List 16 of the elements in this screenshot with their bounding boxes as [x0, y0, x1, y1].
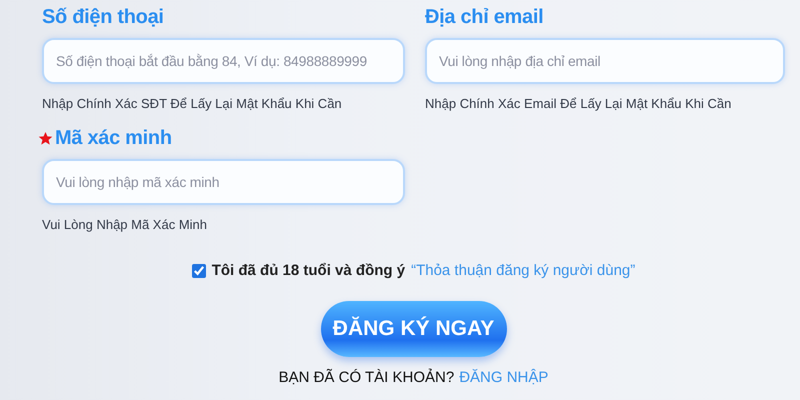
- login-link[interactable]: ĐĂNG NHẬP: [459, 369, 548, 386]
- register-button[interactable]: ĐĂNG KÝ NGAY: [320, 301, 506, 357]
- field-label: Số điện thoại: [42, 6, 164, 28]
- input-field[interactable]: Vui lòng nhập mã xác minh: [42, 159, 405, 205]
- login-prompt: BẠN ĐÃ CÓ TÀI KHOẢN?: [278, 369, 454, 386]
- field-hint: Nhập Chính Xác SĐT Để Lấy Lại Mật Khẩu Khi Cần: [42, 96, 343, 111]
- input-field[interactable]: Số điện thoại bắt đầu bằng 84, Ví dụ: 84988889999: [42, 38, 405, 84]
- field-hint: Vui Lòng Nhập Mã Xác Minh: [42, 217, 208, 232]
- field-label: Địa chỉ email: [425, 6, 544, 28]
- agree-checkbox[interactable]: [192, 264, 206, 278]
- field-hint: Nhập Chính Xác Email Để Lấy Lại Mật Khẩu Khi Cần: [425, 96, 732, 111]
- field-label: Mã xác minh: [55, 126, 172, 150]
- terms-link[interactable]: “Thỏa thuận đăng ký người dùng”: [411, 262, 636, 279]
- input-field[interactable]: Vui lòng nhập địa chỉ email: [425, 38, 785, 84]
- required-star-icon: [38, 130, 53, 146]
- agree-text: Tôi đã đủ 18 tuổi và đồng ý: [212, 262, 406, 279]
